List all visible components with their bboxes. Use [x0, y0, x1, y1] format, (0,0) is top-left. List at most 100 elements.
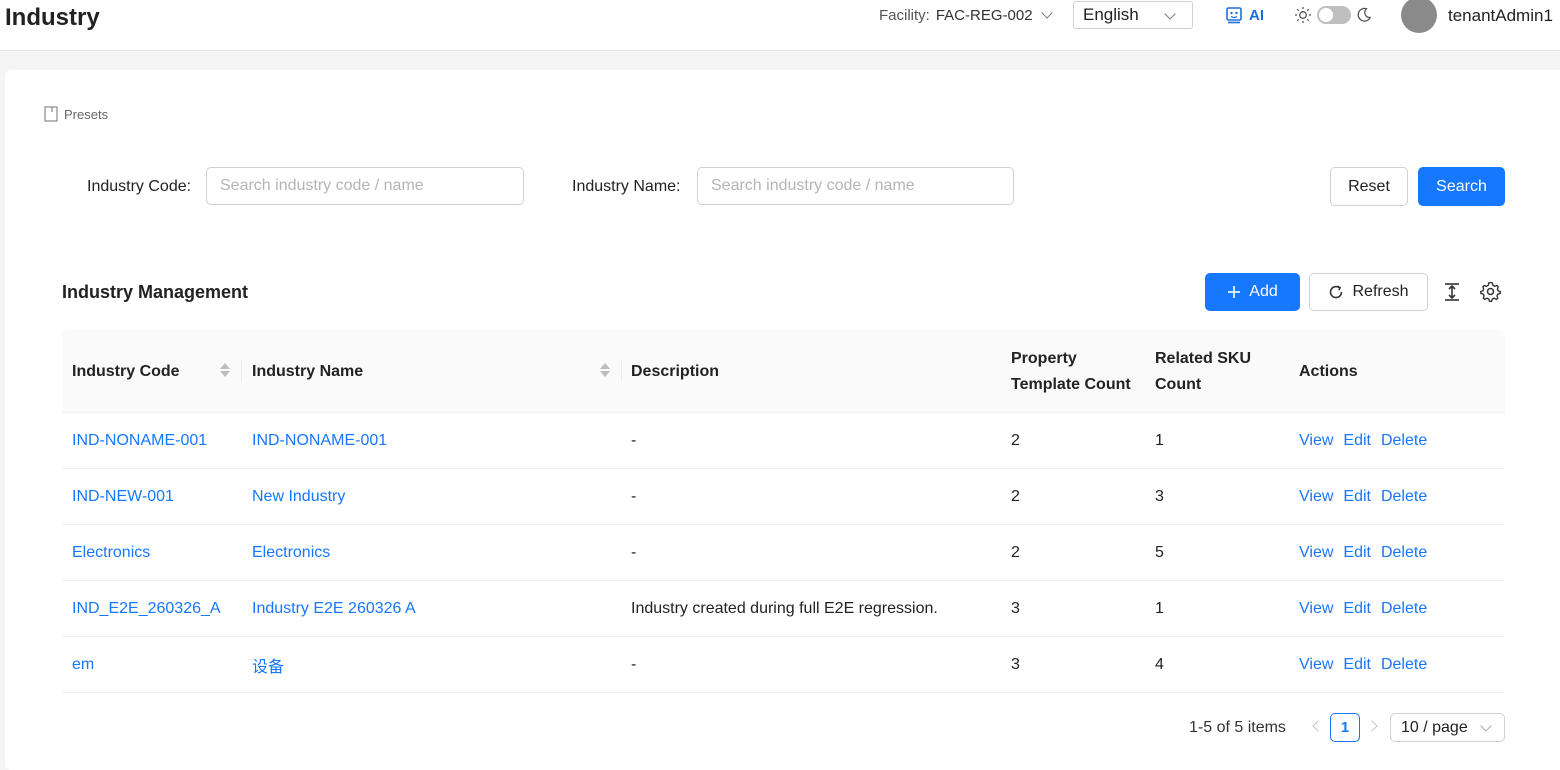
industry-name-link[interactable]: Industry E2E 260326 A [252, 581, 416, 637]
view-button[interactable]: View [1299, 544, 1333, 562]
refresh-icon [1330, 285, 1343, 299]
property-count-cell: 3 [1011, 600, 1020, 617]
section-title: Industry Management [62, 282, 249, 302]
reset-button[interactable]: Reset [1330, 167, 1408, 206]
theme-switch-group [1294, 6, 1372, 24]
col-header-industry-name[interactable]: Industry Name [252, 330, 363, 413]
delete-button[interactable]: Delete [1381, 600, 1427, 618]
actions-cell: View Edit Delete [1299, 637, 1427, 693]
delete-button[interactable]: Delete [1381, 656, 1427, 674]
search-button[interactable]: Search [1418, 167, 1505, 206]
sku-count-cell: 3 [1155, 488, 1164, 505]
delete-button[interactable]: Delete [1381, 544, 1427, 562]
description-cell: - [631, 432, 637, 449]
sort-icon[interactable] [600, 363, 610, 377]
sku-count-cell: 4 [1155, 656, 1164, 673]
view-button[interactable]: View [1299, 656, 1333, 674]
actions-cell: View Edit Delete [1299, 469, 1427, 525]
sku-count-cell: 1 [1155, 600, 1164, 617]
description-cell: - [631, 656, 637, 673]
edit-button[interactable]: Edit [1343, 432, 1371, 450]
industry-name-link[interactable]: IND-NONAME-001 [252, 413, 387, 469]
actions-cell: View Edit Delete [1299, 413, 1427, 469]
description-cell: - [631, 544, 637, 561]
sku-count-cell: 1 [1155, 432, 1164, 449]
edit-button[interactable]: Edit [1343, 600, 1371, 618]
pagination-total: 1-5 of 5 items [1189, 719, 1286, 736]
industry-code-link[interactable]: IND_E2E_260326_A [72, 581, 221, 637]
col-header-description: Description [631, 362, 720, 380]
presets-label: Presets [64, 106, 109, 122]
delete-button[interactable]: Delete [1381, 432, 1427, 450]
column-divider [621, 360, 622, 382]
industry-code-label: Industry Code: [87, 178, 192, 195]
table-row: Electronics Electronics - 2 5 View Edit … [62, 525, 1505, 581]
top-bar: Industry Facility: FAC-REG-002 English A… [0, 0, 1560, 51]
language-value: English [1083, 5, 1139, 24]
view-button[interactable]: View [1299, 600, 1333, 618]
industry-name-input[interactable] [697, 167, 1014, 205]
property-count-cell: 2 [1011, 432, 1020, 449]
industry-code-input[interactable] [206, 167, 524, 205]
actions-cell: View Edit Delete [1299, 525, 1427, 581]
edit-button[interactable]: Edit [1343, 488, 1371, 506]
column-height-icon[interactable] [1443, 282, 1461, 302]
refresh-label: Refresh [1352, 283, 1409, 300]
table-row: IND-NEW-001 New Industry - 2 3 View Edit… [62, 469, 1505, 525]
language-select[interactable]: English [1073, 1, 1193, 29]
property-count-cell: 2 [1011, 544, 1020, 561]
view-button[interactable]: View [1299, 488, 1333, 506]
presets-button[interactable]: Presets [44, 106, 108, 122]
page-size-value: 10 / page [1401, 719, 1468, 736]
add-button[interactable]: Add [1205, 273, 1300, 311]
edit-button[interactable]: Edit [1343, 544, 1371, 562]
page-1-button[interactable]: 1 [1330, 713, 1360, 742]
col-header-industry-code[interactable]: Industry Code [72, 330, 180, 413]
industry-table: Industry Code Industry Name Description … [62, 330, 1505, 693]
facility-selector[interactable]: Facility: FAC-REG-002 [879, 7, 1053, 24]
ai-assistant-button[interactable]: AI [1225, 6, 1264, 24]
property-count-cell: 2 [1011, 488, 1020, 505]
toggle-knob [1319, 8, 1333, 22]
table-row: IND_E2E_260326_A Industry E2E 260326 A I… [62, 581, 1505, 637]
bookmark-icon [44, 106, 58, 122]
industry-code-link[interactable]: Electronics [72, 525, 150, 581]
gear-icon[interactable] [1480, 281, 1501, 302]
edit-button[interactable]: Edit [1343, 656, 1371, 674]
industry-code-link[interactable]: IND-NONAME-001 [72, 413, 207, 469]
facility-value: FAC-REG-002 [935, 7, 1033, 24]
col-header-property-template-count: Property Template Count [1011, 349, 1131, 393]
col-header-related-sku-count: Related SKU Count [1155, 349, 1252, 393]
table-header: Industry Code Industry Name Description … [62, 330, 1505, 413]
industry-name-link[interactable]: 设备 [252, 637, 284, 693]
table-row: IND-NONAME-001 IND-NONAME-001 - 2 1 View… [62, 413, 1505, 469]
table-row: em 设备 - 3 4 View Edit Delete [62, 637, 1505, 693]
col-header-actions: Actions [1299, 362, 1358, 380]
industry-name-link[interactable]: Electronics [252, 525, 330, 581]
industry-name-link[interactable]: New Industry [252, 469, 345, 525]
sun-icon [1295, 7, 1311, 23]
facility-label: Facility: [879, 7, 930, 24]
sort-icon[interactable] [220, 363, 230, 377]
robot-icon [1226, 7, 1242, 24]
refresh-button[interactable]: Refresh [1309, 273, 1428, 311]
industry-code-link[interactable]: IND-NEW-001 [72, 469, 174, 525]
theme-toggle[interactable] [1317, 6, 1351, 24]
column-divider [241, 360, 242, 382]
view-button[interactable]: View [1299, 432, 1333, 450]
industry-name-label: Industry Name: [572, 178, 681, 195]
industry-code-link[interactable]: em [72, 637, 94, 693]
add-label: Add [1249, 283, 1278, 300]
description-cell: - [631, 488, 637, 505]
avatar[interactable] [1401, 0, 1437, 33]
page-title: Industry [5, 4, 100, 31]
property-count-cell: 3 [1011, 656, 1020, 673]
chevron-down-icon [1164, 8, 1176, 20]
chevron-down-icon [1040, 7, 1053, 19]
chevron-down-icon [1480, 720, 1492, 732]
delete-button[interactable]: Delete [1381, 488, 1427, 506]
moon-icon [1357, 7, 1372, 22]
username[interactable]: tenantAdmin1 [1448, 6, 1553, 26]
description-cell: Industry created during full E2E regress… [631, 600, 938, 617]
page-size-select[interactable]: 10 / page [1390, 713, 1505, 742]
